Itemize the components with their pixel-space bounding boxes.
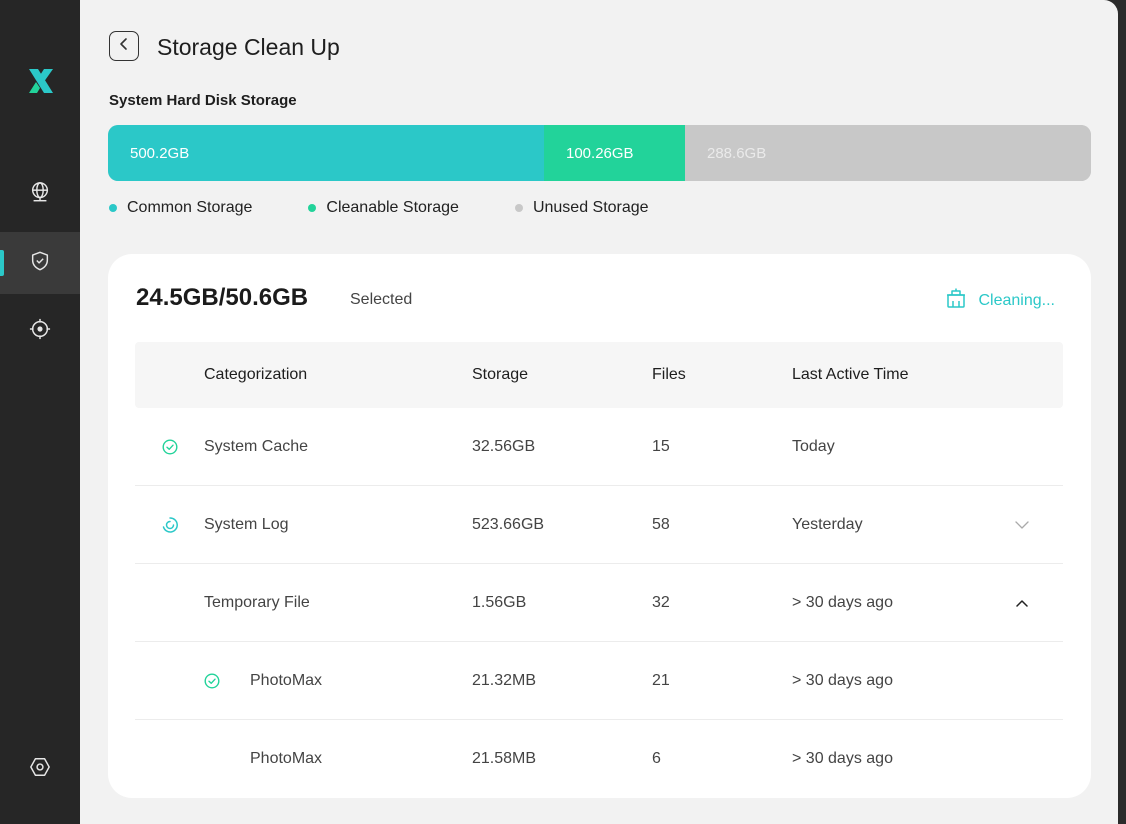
selected-total: 24.5GB/50.6GB (136, 284, 309, 311)
table-row[interactable]: System Cache 32.56GB 15 Today (135, 408, 1063, 486)
storage-bar-cleanable: 100.26GB (544, 125, 685, 181)
hexagon-settings-icon (29, 756, 51, 783)
cleaning-button[interactable]: Cleaning... (945, 287, 1056, 314)
cleaning-label: Cleaning... (978, 291, 1056, 309)
row-files: 58 (652, 515, 670, 533)
loading-spinner-icon (135, 516, 204, 534)
table-row-sub[interactable]: PhotoMax 21.58MB 6 > 30 days ago (135, 720, 1063, 797)
row-last-active: Yesterday (792, 515, 863, 533)
target-icon (29, 318, 51, 345)
table-row-sub[interactable]: PhotoMax 21.32MB 21 > 30 days ago (135, 642, 1063, 720)
page-title: Storage Clean Up (157, 34, 340, 60)
row-last-active: > 30 days ago (792, 671, 893, 689)
table-row[interactable]: System Log 523.66GB 58 Yesterday (135, 486, 1063, 564)
header-storage[interactable]: Storage (472, 366, 652, 384)
storage-section-label: System Hard Disk Storage (109, 92, 297, 109)
chevron-left-icon (118, 37, 130, 56)
legend-label-common: Common Storage (127, 199, 253, 216)
storage-common-value: 500.2GB (130, 144, 190, 162)
row-storage: 21.58MB (472, 749, 537, 767)
legend-dot-cleanable (308, 204, 317, 212)
row-category-cell: PhotoMax (204, 672, 472, 690)
legend-label-unused: Unused Storage (532, 199, 649, 216)
table-header: Categorization Storage Files Last Active… (135, 342, 1063, 408)
legend-label-cleanable: Cleanable Storage (326, 199, 459, 216)
active-indicator (0, 250, 4, 276)
table-row[interactable]: Temporary File 1.56GB 32 > 30 days ago (135, 564, 1063, 642)
selected-label: Selected (350, 291, 413, 308)
x-logo[interactable] (24, 64, 58, 98)
storage-bar-common: 500.2GB (108, 125, 544, 181)
row-category: PhotoMax (250, 671, 323, 689)
header-files[interactable]: Files (652, 366, 792, 384)
sidebar-item-network[interactable] (0, 163, 80, 225)
row-category: Temporary File (204, 593, 310, 611)
row-category: System Cache (204, 437, 309, 455)
row-files: 21 (652, 671, 670, 689)
cleanup-table: Categorization Storage Files Last Active… (135, 342, 1063, 797)
row-category: PhotoMax (250, 749, 323, 767)
row-storage: 32.56GB (472, 437, 536, 455)
row-category-cell: PhotoMax (204, 750, 472, 768)
check-circle-icon[interactable] (135, 438, 204, 455)
basket-icon (945, 287, 979, 314)
row-last-active: Today (792, 437, 835, 455)
back-button[interactable] (109, 31, 139, 61)
sidebar-item-target[interactable] (0, 300, 80, 362)
row-storage: 21.32MB (472, 671, 537, 689)
row-category: System Log (204, 515, 289, 533)
row-files: 32 (652, 593, 670, 611)
storage-bar: 500.2GB 100.26GB 288.6GB (108, 125, 1091, 181)
main-panel: Storage Clean Up System Hard Disk Storag… (80, 0, 1118, 824)
legend-dot-common (109, 204, 117, 212)
row-files: 6 (652, 749, 661, 767)
row-last-active: > 30 days ago (792, 749, 893, 767)
legend-dot-unused (514, 204, 523, 212)
legend-cleanable: Cleanable Storage (308, 199, 459, 217)
sidebar-item-security[interactable] (0, 232, 80, 294)
row-files: 15 (652, 437, 670, 455)
globe-icon (29, 181, 51, 208)
legend-common: Common Storage (109, 199, 252, 217)
storage-unused-value: 288.6GB (707, 144, 767, 162)
check-circle-icon[interactable] (204, 672, 250, 689)
expand-chevron-down-icon[interactable] (1002, 520, 1042, 530)
sidebar-item-settings[interactable] (0, 738, 80, 800)
storage-legend: Common Storage Cleanable Storage Unused … (109, 199, 705, 217)
legend-unused: Unused Storage (514, 199, 649, 217)
header-categorization[interactable]: Categorization (204, 366, 472, 384)
row-storage: 1.56GB (472, 593, 527, 611)
header-last-active[interactable]: Last Active Time (792, 366, 1002, 384)
cleanup-card: 24.5GB/50.6GB Selected Cleaning... Categ… (108, 254, 1091, 798)
storage-bar-unused: 288.6GB (685, 125, 1091, 181)
row-storage: 523.66GB (472, 515, 545, 533)
collapse-chevron-up-icon[interactable] (1002, 598, 1042, 608)
shield-check-icon (29, 250, 51, 277)
row-last-active: > 30 days ago (792, 593, 893, 611)
storage-cleanable-value: 100.26GB (566, 144, 634, 162)
sidebar (0, 0, 80, 824)
